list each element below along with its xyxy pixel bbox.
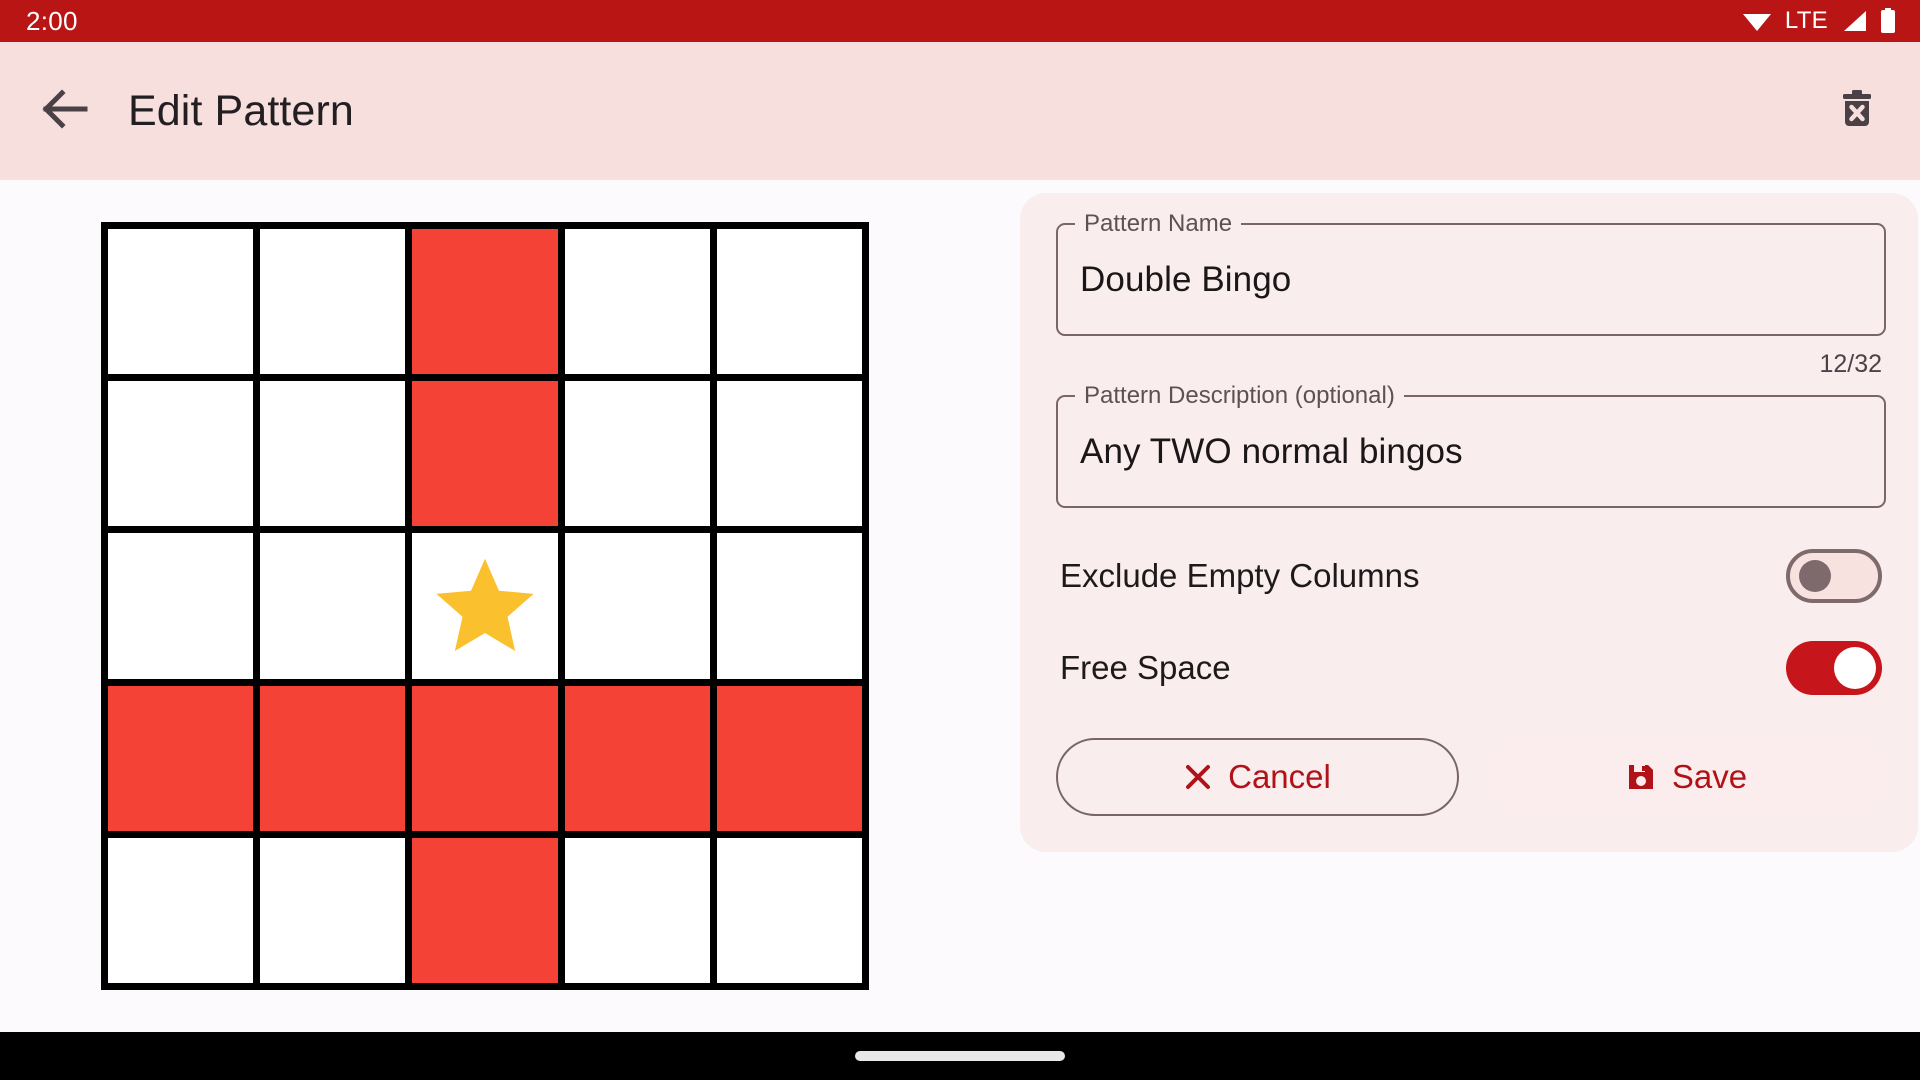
toggle-knob [1834, 647, 1876, 689]
free-space-toggle[interactable] [1786, 641, 1882, 695]
cancel-button[interactable]: Cancel [1056, 738, 1459, 816]
bingo-cell-r1-c1[interactable] [260, 381, 406, 527]
cancel-button-label: Cancel [1228, 758, 1331, 795]
status-bar: 2:00 LTE [0, 0, 1920, 42]
star-icon [436, 558, 534, 651]
toggle-knob [1799, 560, 1831, 592]
free-space-row: Free Space [1056, 622, 1886, 714]
exclude-empty-columns-row: Exclude Empty Columns [1056, 530, 1886, 622]
pattern-description-label: Pattern Description (optional) [1075, 382, 1404, 410]
cellular-signal-icon [1841, 10, 1867, 32]
delete-pattern-button[interactable] [1822, 76, 1892, 146]
close-x-icon [1184, 763, 1212, 791]
pattern-description-field[interactable]: Pattern Description (optional) Any TWO n… [1056, 382, 1886, 508]
back-button[interactable] [28, 74, 102, 148]
bingo-cell-r4-c3[interactable] [564, 837, 710, 983]
bingo-cell-r4-c1[interactable] [260, 837, 406, 983]
bingo-cell-r4-c2[interactable] [412, 837, 558, 983]
bingo-cell-r2-c4[interactable] [716, 533, 862, 679]
app-bar: Edit Pattern [0, 42, 1920, 180]
bingo-cell-r1-c0[interactable] [108, 381, 254, 527]
delete-forever-icon [1834, 86, 1880, 137]
save-button-label: Save [1671, 758, 1748, 795]
bingo-cell-r0-c0[interactable] [108, 229, 254, 375]
bingo-cell-r1-c3[interactable] [564, 381, 710, 527]
bingo-cell-r4-c0[interactable] [108, 837, 254, 983]
pattern-form-card: Pattern Name Double Bingo 12/32 Pattern … [1020, 193, 1918, 852]
status-clock: 2:00 [26, 5, 78, 36]
bingo-cell-r2-c0[interactable] [108, 533, 254, 679]
bingo-cell-r4-c4[interactable] [716, 837, 862, 983]
bingo-cell-r2-c3[interactable] [564, 533, 710, 679]
bingo-cell-r3-c2[interactable] [412, 685, 558, 831]
bingo-cell-r1-c2[interactable] [412, 381, 558, 527]
bingo-cell-r2-c2[interactable] [412, 533, 558, 679]
pattern-grid-pane [0, 180, 1000, 990]
bingo-cell-r0-c3[interactable] [564, 229, 710, 375]
home-gesture-pill[interactable] [855, 1051, 1065, 1061]
exclude-empty-columns-label: Exclude Empty Columns [1060, 557, 1420, 594]
save-button[interactable]: Save [1487, 738, 1886, 816]
pattern-name-value: Double Bingo [1080, 259, 1292, 299]
arrow-back-icon [42, 88, 88, 134]
bingo-cell-r3-c3[interactable] [564, 685, 710, 831]
app-root: 2:00 LTE Edit Pattern Pattern Name Doubl… [0, 0, 1920, 1080]
main-content: Pattern Name Double Bingo 12/32 Pattern … [0, 180, 1920, 1032]
bingo-cell-r0-c1[interactable] [260, 229, 406, 375]
bingo-cell-r3-c1[interactable] [260, 685, 406, 831]
free-space-label: Free Space [1060, 649, 1231, 686]
page-title: Edit Pattern [128, 86, 354, 135]
bingo-pattern-grid[interactable] [101, 222, 869, 990]
pattern-name-field[interactable]: Pattern Name Double Bingo [1056, 210, 1886, 336]
form-actions: Cancel Save [1056, 738, 1886, 816]
battery-icon [1880, 8, 1896, 34]
pattern-description-value: Any TWO normal bingos [1080, 431, 1463, 471]
character-counter: 12/32 [1819, 350, 1882, 378]
wifi-icon [1742, 10, 1772, 32]
lte-label: LTE [1784, 7, 1828, 34]
floppy-disk-save-icon [1626, 762, 1656, 792]
bingo-cell-r1-c4[interactable] [716, 381, 862, 527]
bingo-cell-r0-c4[interactable] [716, 229, 862, 375]
bingo-cell-r2-c1[interactable] [260, 533, 406, 679]
system-nav-bar [0, 1032, 1920, 1080]
bingo-cell-r3-c0[interactable] [108, 685, 254, 831]
bingo-cell-r0-c2[interactable] [412, 229, 558, 375]
bingo-cell-r3-c4[interactable] [716, 685, 862, 831]
exclude-empty-columns-toggle[interactable] [1786, 549, 1882, 603]
status-icon-tray: LTE [1742, 7, 1896, 35]
pattern-name-label: Pattern Name [1075, 210, 1242, 238]
